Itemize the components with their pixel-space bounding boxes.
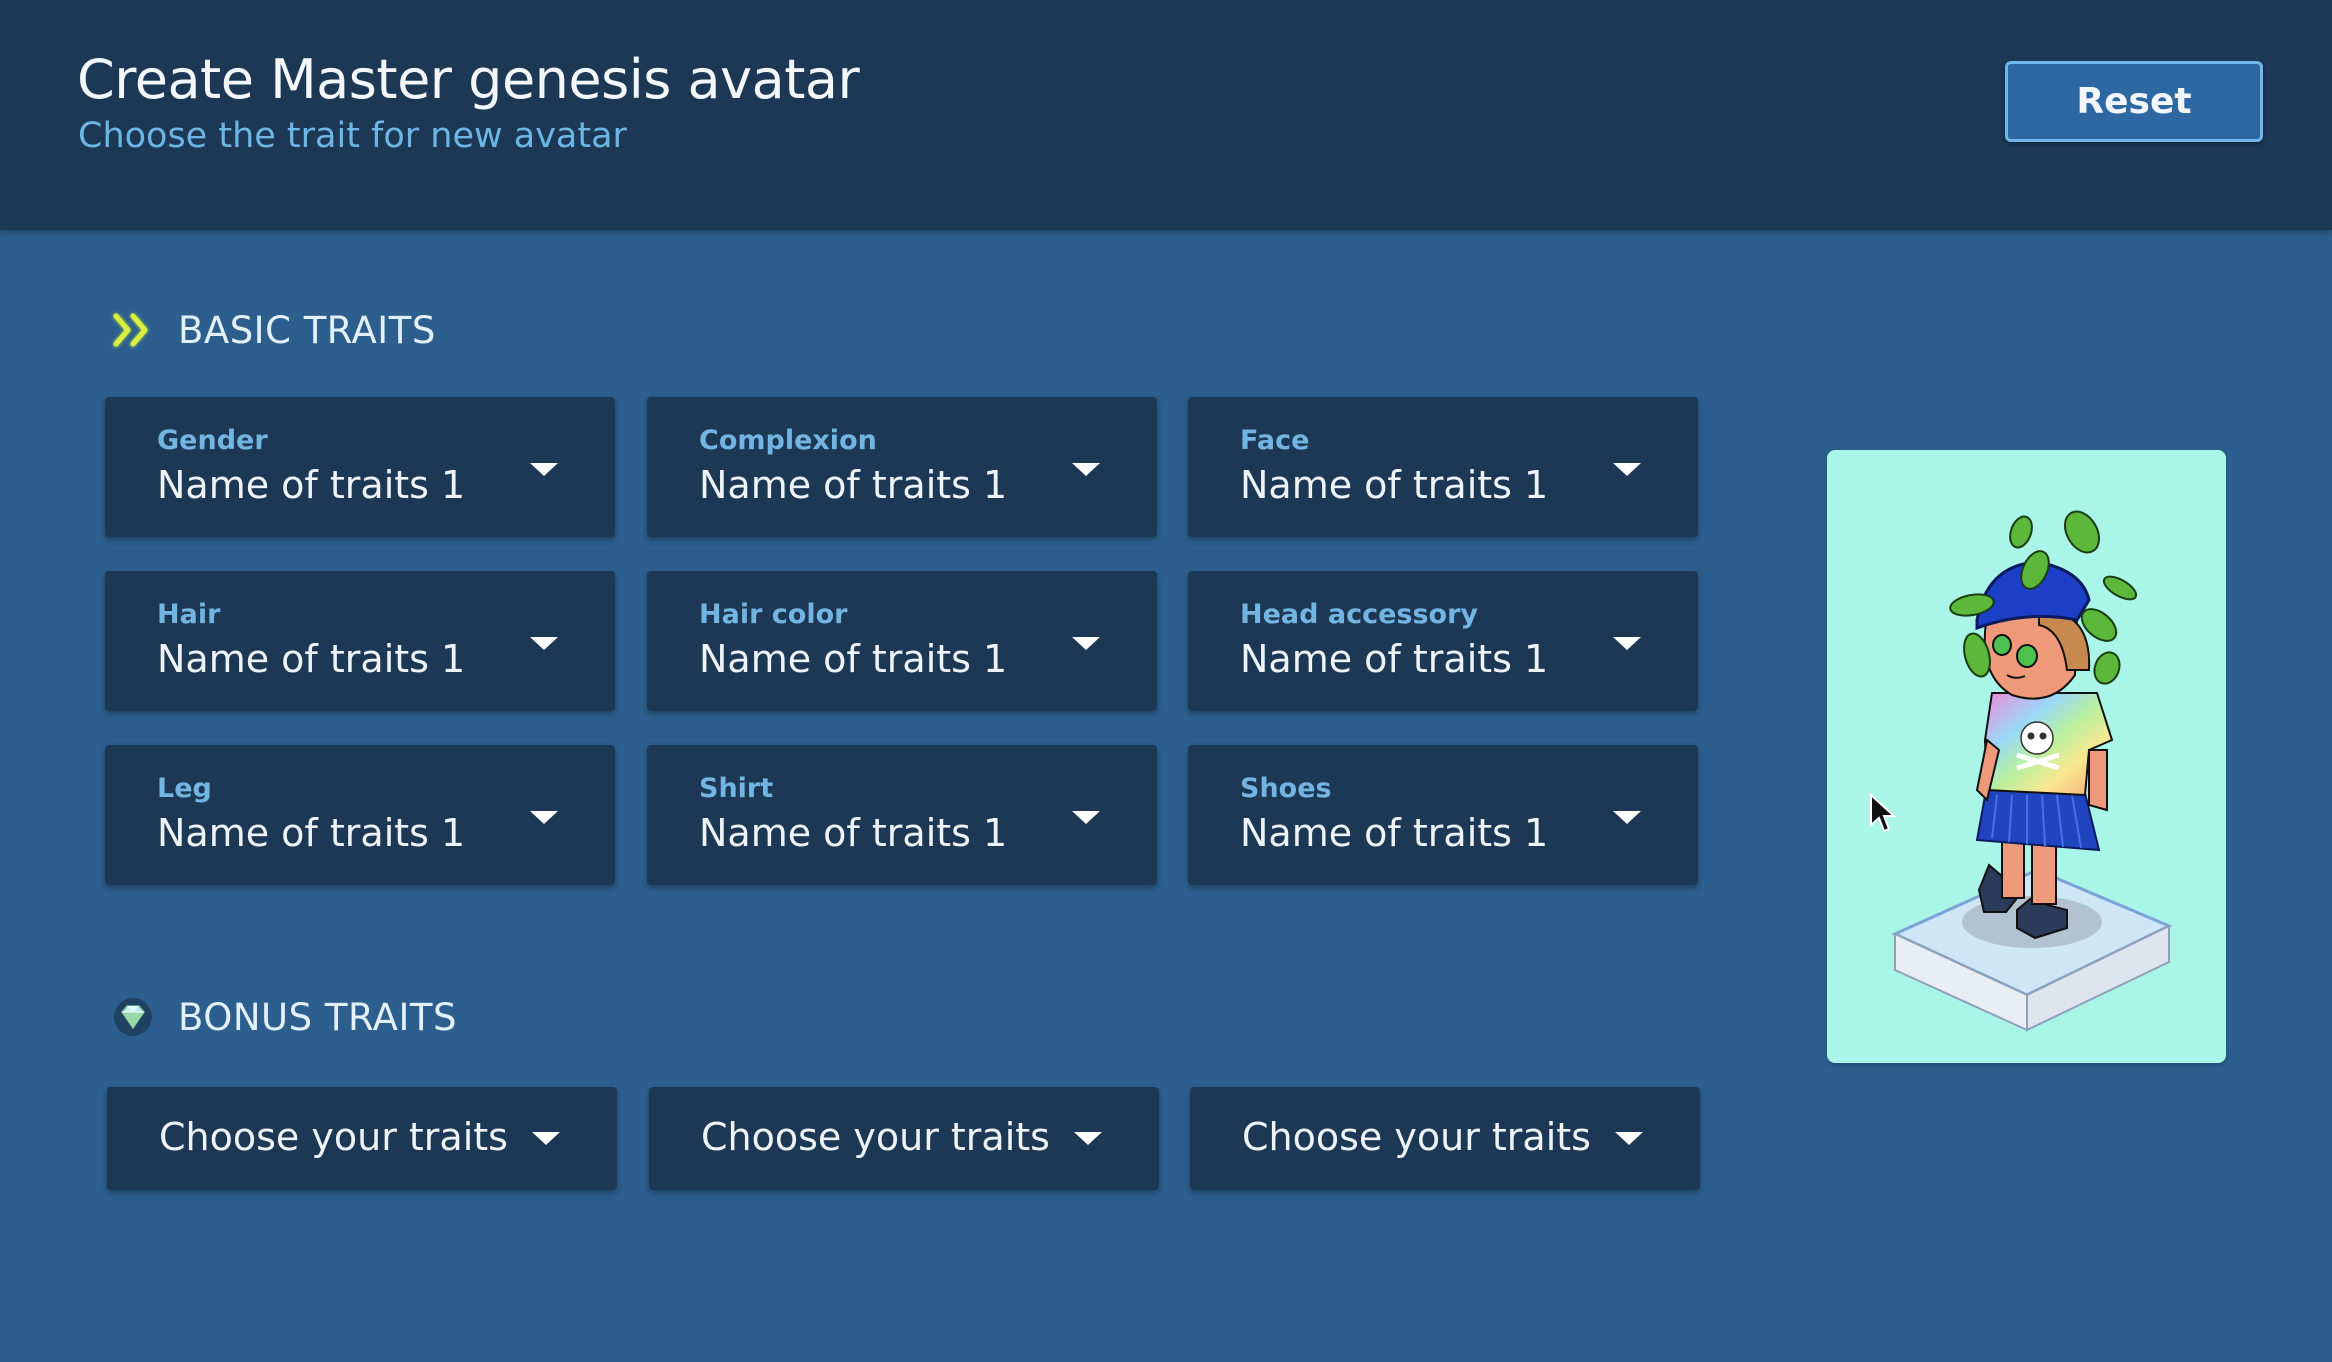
field-label: Hair — [157, 599, 221, 630]
bonus-trait-dropdown-3[interactable]: Choose your traits — [1190, 1087, 1700, 1190]
field-label: Head accessory — [1240, 599, 1479, 630]
leg-dropdown[interactable]: Leg Name of traits 1 — [105, 745, 615, 885]
avatar-figure — [1891, 510, 2173, 1032]
caret-down-icon — [532, 1132, 560, 1145]
hair-color-dropdown[interactable]: Hair color Name of traits 1 — [647, 571, 1157, 711]
caret-down-icon — [1615, 1132, 1643, 1145]
caret-down-icon — [530, 811, 558, 824]
caret-down-icon — [1072, 463, 1100, 476]
field-value: Name of traits 1 — [157, 811, 466, 855]
field-value: Name of traits 1 — [157, 637, 466, 681]
bonus-trait-dropdown-1[interactable]: Choose your traits — [107, 1087, 617, 1190]
diamond-gem-icon — [110, 994, 156, 1040]
field-value: Name of traits 1 — [1240, 811, 1549, 855]
bonus-trait-dropdown-2[interactable]: Choose your traits — [649, 1087, 1159, 1190]
field-value: Name of traits 1 — [699, 463, 1008, 507]
field-value: Choose your traits — [1242, 1115, 1591, 1159]
caret-down-icon — [530, 463, 558, 476]
bonus-traits-title: BONUS TRAITS — [178, 995, 457, 1039]
bonus-traits-heading: BONUS TRAITS — [110, 992, 457, 1042]
field-value: Name of traits 1 — [1240, 463, 1549, 507]
caret-down-icon — [1613, 463, 1641, 476]
field-value: Name of traits 1 — [1240, 637, 1549, 681]
field-label: Face — [1240, 425, 1310, 456]
field-value: Name of traits 1 — [157, 463, 466, 507]
basic-traits-heading: BASIC TRAITS — [110, 305, 436, 355]
field-value: Choose your traits — [159, 1115, 508, 1159]
reset-button[interactable]: Reset — [2005, 61, 2263, 142]
double-chevron-right-icon — [110, 307, 156, 353]
caret-down-icon — [530, 637, 558, 650]
field-label: Shoes — [1240, 773, 1332, 804]
shirt-dropdown[interactable]: Shirt Name of traits 1 — [647, 745, 1157, 885]
caret-down-icon — [1613, 637, 1641, 650]
caret-down-icon — [1072, 637, 1100, 650]
page-title: Create Master genesis avatar — [77, 48, 860, 111]
page-subtitle: Choose the trait for new avatar — [78, 116, 627, 156]
field-label: Leg — [157, 773, 212, 804]
caret-down-icon — [1074, 1132, 1102, 1145]
gender-dropdown[interactable]: Gender Name of traits 1 — [105, 397, 615, 537]
complexion-dropdown[interactable]: Complexion Name of traits 1 — [647, 397, 1157, 537]
field-value: Name of traits 1 — [699, 811, 1008, 855]
basic-traits-title: BASIC TRAITS — [178, 308, 436, 352]
shoes-dropdown[interactable]: Shoes Name of traits 1 — [1188, 745, 1698, 885]
field-value: Choose your traits — [701, 1115, 1050, 1159]
head-accessory-dropdown[interactable]: Head accessory Name of traits 1 — [1188, 571, 1698, 711]
face-dropdown[interactable]: Face Name of traits 1 — [1188, 397, 1698, 537]
page-header: Create Master genesis avatar Choose the … — [0, 0, 2332, 230]
caret-down-icon — [1072, 811, 1100, 824]
field-label: Complexion — [699, 425, 877, 456]
avatar-preview — [1827, 450, 2226, 1063]
field-label: Gender — [157, 425, 268, 456]
field-value: Name of traits 1 — [699, 637, 1008, 681]
caret-down-icon — [1613, 811, 1641, 824]
hair-dropdown[interactable]: Hair Name of traits 1 — [105, 571, 615, 711]
mouse-cursor-icon — [1869, 792, 1899, 839]
field-label: Shirt — [699, 773, 774, 804]
field-label: Hair color — [699, 599, 848, 630]
